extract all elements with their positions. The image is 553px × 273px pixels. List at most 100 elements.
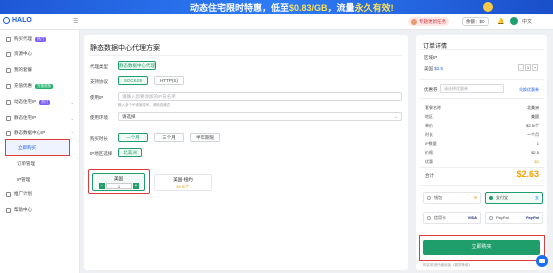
sidebar-item-resources[interactable]: 资源中心 (6, 50, 76, 58)
divider (90, 55, 402, 56)
protocol-http[interactable]: HTTP(S) (154, 76, 184, 85)
total-amount: $2.63 (516, 169, 539, 179)
total-label: 合计 (425, 173, 434, 178)
proxy-type-option[interactable]: 静态数据中心代理 (118, 61, 156, 70)
buy-now-button[interactable]: 立即购买 (423, 240, 540, 255)
menu-toggle-icon[interactable]: ☰ (73, 18, 78, 25)
sidebar-item-buy[interactable]: 购买代理 热门 (6, 35, 76, 43)
protocol-socks5[interactable]: SOCKS5 (118, 76, 148, 85)
proxy-type-label: 代理类型 (90, 64, 108, 69)
pay-option-wallet[interactable]: 钱包 ⊞ (423, 192, 481, 204)
sidebar-subitem-orders[interactable]: 订单管理 (17, 161, 35, 167)
minus-button[interactable]: - (99, 182, 105, 189)
globe-icon (6, 99, 11, 105)
chat-icon[interactable] (536, 255, 548, 267)
avatar (411, 18, 417, 25)
sidebar-item-static-residential[interactable]: 静态住宅IP ⌄ (6, 114, 76, 122)
task-badge[interactable]: 专题更新任务 (408, 17, 449, 26)
page-title: 静态数据中心代理方案 (90, 45, 160, 52)
country-card-inner: 美国 - 1 + (92, 173, 145, 191)
region-label: IP地区选择 (90, 151, 113, 156)
bell-icon[interactable]: 🔔 (497, 18, 504, 25)
radio (427, 196, 431, 200)
row-label: 地区 (425, 114, 433, 119)
logo[interactable]: HALO (3, 17, 32, 24)
sidebar-item-dynamic[interactable]: 动态住宅IP 热门 ⌄ (6, 98, 76, 106)
language-switch[interactable]: 中文 (522, 18, 532, 25)
country-card-us-ny[interactable]: 美国-纽约 $2.5/个 (154, 174, 212, 191)
redeem-coupon-link[interactable]: 兑换优惠券 (519, 87, 539, 93)
row-value: -$0 (533, 159, 539, 164)
sidebar-item-help[interactable]: 帮助中心 (6, 206, 76, 214)
logo-icon (3, 17, 10, 24)
plus-button[interactable]: + (532, 64, 538, 71)
coupon-label: 优惠券 (424, 87, 438, 92)
top-bar: HALO ☰ 专题更新任务 余额：$0 🔔 中文 (0, 14, 553, 30)
order-quantity-stepper: - 1 + (518, 64, 538, 71)
row-value: $2.5/个 (526, 123, 539, 128)
promo-banner[interactable]: 动态住宅限时特惠，低至$0.83/GB，流量永久有效! (0, 0, 553, 14)
cart-icon (6, 36, 11, 42)
buy-now-highlight: 立即购买 (419, 235, 545, 261)
sidebar-item-plans[interactable]: 我的套餐 (6, 66, 76, 74)
radio (489, 216, 493, 220)
country-price: $2.5/个 (176, 184, 190, 189)
usage-select[interactable]: 请选择 ⌄ (118, 112, 402, 121)
terms-note[interactable]: 购买前请仔细阅读《服务条款》 (423, 263, 472, 268)
sidebar-subitem-ip[interactable]: IP管理 (17, 177, 30, 183)
row-label: IP数量 (425, 141, 437, 146)
sidebar-item-promotion[interactable]: 推广计划 (6, 190, 76, 198)
usage-label: 使用环境 (90, 115, 108, 120)
quantity-input[interactable]: 1 (106, 182, 132, 189)
balance-display[interactable]: 余额：$0 (462, 17, 489, 26)
quantity-value[interactable]: 1 (525, 64, 531, 71)
row-label: 单价 (425, 123, 433, 128)
home-icon (6, 115, 11, 121)
country-name: 美国-纽约 (173, 177, 193, 182)
sidebar-subitem-buy-now[interactable]: 立即购买 (5, 139, 70, 156)
period-3-months[interactable]: 三个月 (154, 133, 184, 142)
divider (420, 185, 544, 186)
protocol-label: 支持协议 (90, 79, 108, 84)
row-value: 1 (536, 141, 539, 146)
radio (489, 196, 493, 200)
row-label: 套餐名称 (425, 105, 441, 110)
hot-badge: 热门 (35, 36, 46, 42)
region-north-america[interactable]: 北美洲 (118, 148, 142, 157)
radio (427, 216, 431, 220)
whitelist-hint: 输入多个IP请用逗号，请检查格式 (118, 103, 171, 107)
row-label: 优惠 (425, 159, 433, 164)
region-ip-label: 区域IP (424, 55, 438, 60)
pay-option-paypal[interactable]: PayPal PayPal (485, 212, 543, 224)
recharge-badge: 充值奖励 (35, 83, 53, 89)
country-card-us[interactable]: 美国 - 1 + (88, 169, 150, 194)
plus-button[interactable]: + (133, 182, 139, 189)
row-value: 一个月 (527, 132, 539, 137)
coin-icon (6, 83, 11, 89)
sidebar-item-static-datacenter[interactable]: 静态数据中心IP ⌃ (6, 129, 76, 137)
sidebar-item-recharge[interactable]: 充值优惠 充值奖励 (6, 82, 76, 90)
whitelist-label: 使用IP (90, 95, 104, 100)
pay-option-card[interactable]: 信用卡 VISA (423, 212, 481, 224)
paypal-icon: PayPal (525, 215, 539, 220)
pay-option-alipay[interactable]: 支付宝 支 (485, 192, 543, 204)
chevron-down-icon: ⌄ (70, 99, 74, 105)
folder-icon (6, 51, 11, 57)
period-1-month[interactable]: 一个月 (118, 133, 148, 142)
hot-badge: 热门 (39, 99, 51, 105)
row-value: 北美洲 (527, 105, 539, 110)
wallet-icon: ⊞ (473, 195, 477, 200)
whitelist-input[interactable]: 请输入您要添加的IP白名单 (118, 92, 402, 101)
chevron-down-icon: ⌄ (70, 115, 74, 121)
divider (420, 79, 544, 80)
minus-button[interactable]: - (518, 64, 524, 71)
row-label: 价格 (425, 150, 433, 155)
visa-icon: VISA (467, 215, 477, 220)
plan-panel: 静态数据中心代理方案 代理类型 静态数据中心代理 支持协议 SOCKS5 HTT… (84, 35, 408, 270)
coupon-select[interactable]: 请选择优惠券 (440, 84, 504, 93)
chevron-down-icon: ⌄ (394, 114, 398, 119)
user-avatar[interactable] (510, 17, 518, 25)
alipay-icon: 支 (535, 195, 539, 200)
period-half-year[interactable]: 半年期限 (190, 133, 220, 142)
server-icon (6, 130, 11, 136)
